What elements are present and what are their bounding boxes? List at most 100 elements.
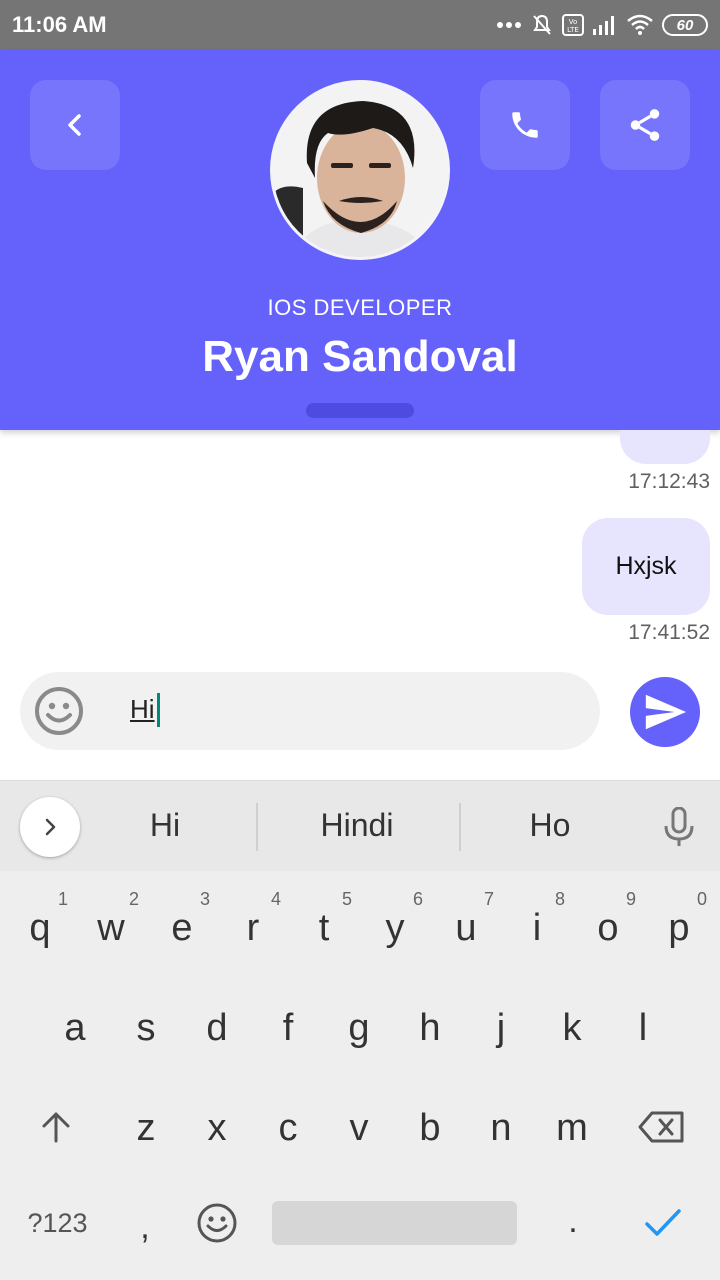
key-letter: e <box>171 907 193 949</box>
text-cursor <box>157 693 160 727</box>
key-k[interactable]: k <box>542 989 602 1059</box>
key-l[interactable]: l <box>613 989 673 1059</box>
key-letter: u <box>455 907 477 949</box>
message-bubble <box>620 430 710 464</box>
status-icons: Vo LTE 60 <box>496 11 708 39</box>
enter-key[interactable] <box>636 1199 690 1247</box>
key-w[interactable]: 2w <box>81 889 141 959</box>
key-letter: w <box>97 907 125 949</box>
back-button[interactable] <box>30 80 120 170</box>
key-a[interactable]: a <box>45 989 105 1059</box>
smiley-icon <box>35 687 83 735</box>
key-i[interactable]: 8i <box>507 889 567 959</box>
key-y[interactable]: 6y <box>365 889 425 959</box>
key-letter: p <box>668 907 690 949</box>
key-letter: x <box>207 1107 227 1149</box>
key-x[interactable]: x <box>187 1089 247 1159</box>
key-j[interactable]: j <box>471 989 531 1059</box>
key-letter: z <box>136 1107 156 1149</box>
contact-role: IOS DEVELOPER <box>267 295 453 320</box>
backspace-key[interactable] <box>632 1099 692 1155</box>
share-icon <box>630 109 660 141</box>
message-timestamp: 17:12:43 <box>628 470 710 493</box>
key-letter: y <box>385 907 405 949</box>
send-icon <box>645 694 687 730</box>
key-letter: r <box>246 907 260 949</box>
suggestion-1[interactable]: Hi <box>85 807 245 844</box>
svg-text:Vo: Vo <box>569 18 578 26</box>
checkmark-icon <box>645 1209 681 1236</box>
key-p[interactable]: 0p <box>649 889 709 959</box>
key-n[interactable]: n <box>471 1089 531 1159</box>
drag-handle[interactable] <box>306 403 414 418</box>
symbols-key[interactable]: ?123 <box>10 1199 105 1247</box>
signal-icon <box>593 16 614 35</box>
message-timestamp: 17:41:52 <box>628 621 710 644</box>
key-letter: s <box>136 1007 156 1049</box>
suggestion-3[interactable]: Ho <box>470 807 630 844</box>
emoji-icon <box>197 1203 237 1243</box>
volte-icon: VoLTE <box>562 14 584 36</box>
key-letter: l <box>638 1007 648 1049</box>
wifi-icon <box>627 14 653 35</box>
key-s[interactable]: s <box>116 989 176 1059</box>
suggestion-bar: Hi Hindi Ho <box>0 781 720 871</box>
shift-key[interactable] <box>26 1099 86 1155</box>
key-v[interactable]: v <box>329 1089 389 1159</box>
key-letter: d <box>206 1007 228 1049</box>
send-button[interactable] <box>630 677 700 747</box>
key-d[interactable]: d <box>187 989 247 1059</box>
key-b[interactable]: b <box>400 1089 460 1159</box>
message-bubble: Hxjsk <box>582 518 710 615</box>
shift-arrow-icon <box>42 1112 70 1143</box>
key-q[interactable]: 1q <box>10 889 70 959</box>
key-letter: j <box>496 1007 506 1049</box>
svg-text:LTE: LTE <box>567 26 579 34</box>
key-g[interactable]: g <box>329 989 389 1059</box>
key-letter: q <box>29 907 51 949</box>
message-input[interactable]: Hi <box>130 694 155 725</box>
key-o[interactable]: 9o <box>578 889 638 959</box>
phone-icon <box>512 112 538 138</box>
space-key[interactable] <box>272 1201 517 1245</box>
comma-key[interactable]: , <box>120 1199 170 1255</box>
more-dots-icon <box>497 22 521 28</box>
key-r[interactable]: 4r <box>223 889 283 959</box>
key-letter: b <box>419 1107 441 1149</box>
period-key[interactable]: . <box>548 1193 598 1249</box>
key-letter: h <box>419 1007 441 1049</box>
voice-input-button[interactable] <box>662 806 696 852</box>
key-letter: o <box>597 907 619 949</box>
status-time: 11:06 AM <box>12 12 107 37</box>
expand-suggestions-button[interactable] <box>20 797 80 857</box>
profile-header: IOS DEVELOPER Ryan Sandoval <box>0 50 720 430</box>
emoji-button[interactable] <box>34 686 84 736</box>
key-h[interactable]: h <box>400 989 460 1059</box>
key-e[interactable]: 3e <box>152 889 212 959</box>
share-button[interactable] <box>600 80 690 170</box>
profile-photo <box>273 83 447 257</box>
status-bar: 11:06 AM Vo LTE 60 <box>0 0 720 50</box>
battery-indicator: 60 <box>662 14 708 36</box>
key-m[interactable]: m <box>542 1089 602 1159</box>
key-u[interactable]: 7u <box>436 889 496 959</box>
key-c[interactable]: c <box>258 1089 318 1159</box>
key-letter: f <box>282 1007 294 1049</box>
message-list[interactable]: 17:12:43 Hxjsk 17:41:52 <box>0 430 720 662</box>
suggestion-divider <box>459 803 461 851</box>
suggestion-2[interactable]: Hindi <box>277 807 437 844</box>
call-button[interactable] <box>480 80 570 170</box>
soft-keyboard: Hi Hindi Ho 1q 2w 3e 4r 5t 6y 7u 8i 9o 0… <box>0 780 720 1280</box>
key-f[interactable]: f <box>258 989 318 1059</box>
contact-name: Ryan Sandoval <box>202 332 518 381</box>
key-letter: t <box>318 907 330 949</box>
key-letter: a <box>64 1007 86 1049</box>
emoji-key[interactable] <box>192 1199 242 1247</box>
key-letter: i <box>532 907 542 949</box>
key-letter: g <box>348 1007 370 1049</box>
message-input-container[interactable]: Hi <box>20 672 600 750</box>
key-t[interactable]: 5t <box>294 889 354 959</box>
chevron-right-icon <box>45 818 56 836</box>
microphone-icon <box>664 806 694 846</box>
key-z[interactable]: z <box>116 1089 176 1159</box>
